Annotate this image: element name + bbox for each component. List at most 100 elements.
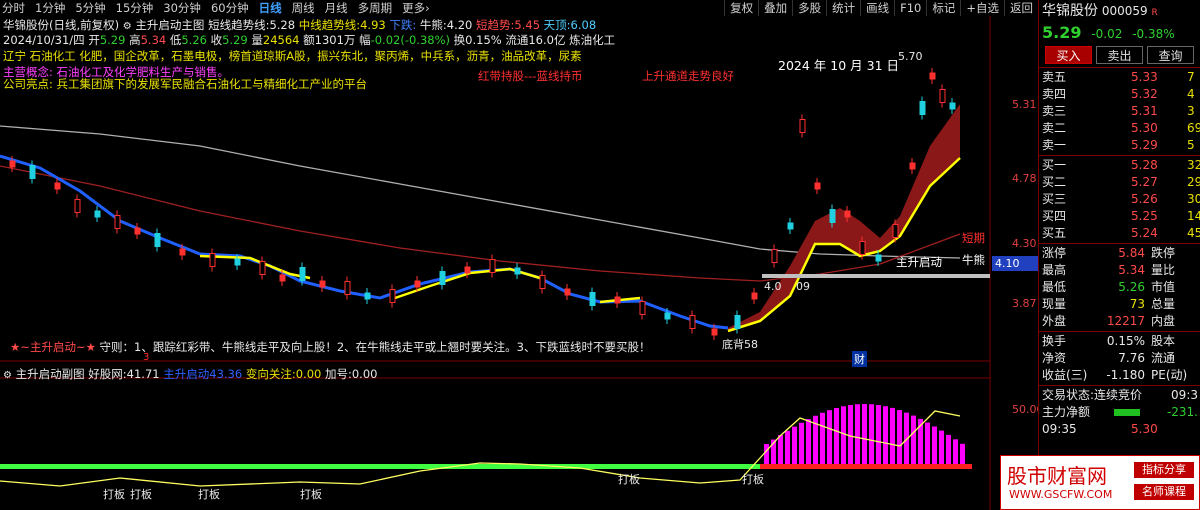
ask-row[interactable]: 卖二 5.30 69 <box>1039 120 1200 137</box>
period-tab-daily[interactable]: 日线 <box>254 0 287 16</box>
bull-value: 4.20 <box>446 18 473 32</box>
period-tab-weekly[interactable]: 周线 <box>287 0 320 16</box>
concept-tags: 辽宁 石油化工 化肥，国企改革，石墨电极，榜首道琼斯A股，振兴东北，聚丙烯，中兵… <box>3 49 582 63</box>
period-tab-timeshare[interactable]: 分时 <box>0 0 30 16</box>
stat-row: 涨停 5.84 跌停 <box>1039 245 1200 262</box>
trade-buttons: 买入 卖出 查询 <box>1039 44 1200 66</box>
bid-row[interactable]: 买五 5.24 45 <box>1039 225 1200 242</box>
candle-body <box>639 301 646 315</box>
price-axis-label-4: 3.87 <box>1012 297 1037 310</box>
financial-marker[interactable]: 财 <box>852 351 867 367</box>
overlay-button[interactable]: 叠加 <box>758 0 792 16</box>
add-watchlist-button[interactable]: +自选 <box>960 0 1004 16</box>
main-start-sub-label: 主升启动 <box>163 367 210 381</box>
chart-header: 华锦股份(日线,前复权) ⚙ 主升启动主图 短线趋势线:5.28 中线趋势线:4… <box>3 17 596 33</box>
watermark-tag2: 名师课程 <box>1134 484 1194 500</box>
period-toolbar: 分时 1分钟 5分钟 15分钟 30分钟 60分钟 日线 周线 月线 多周期 更… <box>0 0 1038 16</box>
period-tab-15min[interactable]: 15分钟 <box>111 0 159 16</box>
sub-chart-gear-icon[interactable]: ⚙ <box>3 370 12 381</box>
sub-magenta-bar <box>820 412 825 464</box>
net-flow-label: 主力净额 <box>1042 405 1091 419</box>
ask-row[interactable]: 卖三 5.31 3 <box>1039 103 1200 120</box>
period-tab-more[interactable]: 更多› <box>397 0 435 16</box>
sub-magenta-bar <box>876 404 881 464</box>
bid-label: 买五 <box>1042 226 1067 240</box>
period-tab-30min[interactable]: 30分钟 <box>158 0 206 16</box>
mark-button[interactable]: 标记 <box>926 0 960 16</box>
candle-body <box>364 292 371 300</box>
bid-row[interactable]: 买二 5.27 29 <box>1039 174 1200 191</box>
mid-trend-label: 中线趋势线: <box>298 18 361 32</box>
candle-body <box>919 101 926 115</box>
stats-button[interactable]: 统计 <box>826 0 860 16</box>
watermark-tag1: 指标分享 <box>1134 462 1194 478</box>
period-tab-5min[interactable]: 5分钟 <box>70 0 110 16</box>
candle-body <box>279 274 286 282</box>
good-label: 好股网: <box>88 367 127 381</box>
sub-magenta-bar <box>939 430 944 464</box>
bid-row[interactable]: 买四 5.25 141 <box>1039 208 1200 225</box>
stock-title-row: 华锦股份 000059 R <box>1039 0 1200 22</box>
open-label: 开 <box>88 33 100 47</box>
draw-line-button[interactable]: 画线 <box>860 0 894 16</box>
short-trend2-label: 短趋势: <box>476 18 515 32</box>
buy-button[interactable]: 买入 <box>1045 46 1092 64</box>
status-label: 交易状态: <box>1042 388 1095 402</box>
ask-row[interactable]: 卖一 5.29 5 <box>1039 137 1200 154</box>
low-value: 5.26 <box>181 33 207 47</box>
main-start-sub-value: 43.36 <box>209 367 243 381</box>
stat-label: 收益(三) <box>1042 368 1088 382</box>
ask-list: 卖五 5.33 7 卖四 5.32 4 卖三 5.31 3 卖二 5.30 69 卖一 5.29 5 <box>1039 69 1200 154</box>
ask-price: 5.29 <box>1131 138 1158 152</box>
bid-label: 买一 <box>1042 158 1067 172</box>
stat-label-2: 流通 <box>1151 351 1176 365</box>
divider <box>1039 385 1200 386</box>
amount-label: 额 <box>303 33 315 47</box>
query-button[interactable]: 查询 <box>1147 46 1194 64</box>
bid-row[interactable]: 买一 5.28 32 <box>1039 157 1200 174</box>
bid-label: 买二 <box>1042 175 1067 189</box>
candle-body <box>751 292 758 300</box>
change-label: 幅 <box>359 33 371 47</box>
sub-base-green <box>0 464 760 469</box>
ask-row[interactable]: 卖四 5.32 4 <box>1039 86 1200 103</box>
stat-label: 外盘 <box>1042 314 1067 328</box>
divider <box>1039 243 1200 244</box>
period-tab-multi[interactable]: 多周期 <box>353 0 398 16</box>
stock-name: 华锦股份 <box>1042 3 1098 19</box>
stat-row: 最高 5.34 量比 <box>1039 262 1200 279</box>
sub-chart-title[interactable]: 主升启动副图 <box>16 367 85 381</box>
back-button[interactable]: 返回 <box>1004 0 1038 16</box>
bid-price: 5.26 <box>1131 192 1158 206</box>
period-tab-1min[interactable]: 1分钟 <box>30 0 70 16</box>
period-tab-monthly[interactable]: 月线 <box>320 0 353 16</box>
candle-body <box>414 280 421 288</box>
candle-body <box>711 328 718 336</box>
ask-row[interactable]: 卖五 5.33 7 <box>1039 69 1200 86</box>
board-label-2: 打板 <box>130 488 152 501</box>
plus-value: 0.00 <box>351 367 378 381</box>
stat-value: 7.76 <box>1118 351 1145 365</box>
stat-value: 5.26 <box>1118 280 1145 294</box>
kline-chart[interactable]: 华锦股份(日线,前复权) ⚙ 主升启动主图 短线趋势线:5.28 中线趋势线:4… <box>0 16 1044 510</box>
multi-stock-button[interactable]: 多股 <box>792 0 826 16</box>
adjust-button[interactable]: 复权 <box>724 0 758 16</box>
candle-body <box>892 224 899 238</box>
indicator-name[interactable]: 主升启动主图 <box>135 18 204 32</box>
sub-magenta-bar <box>883 406 888 464</box>
ask-volume: 4 <box>1187 87 1195 101</box>
candle-body <box>134 227 141 235</box>
candle-body <box>514 267 521 275</box>
stat-value: 73 <box>1129 297 1145 311</box>
bull-bear-price-tag: 4.10 <box>992 256 1038 271</box>
sell-button[interactable]: 卖出 <box>1096 46 1143 64</box>
top-label: 天顶: <box>543 18 571 32</box>
bid-row[interactable]: 买三 5.26 30 <box>1039 191 1200 208</box>
divider <box>1039 67 1200 68</box>
f10-button[interactable]: F10 <box>894 0 926 16</box>
short-trend-label: 短线趋势线: <box>208 18 270 32</box>
sub-magenta-bar <box>862 404 867 464</box>
settings-gear-icon[interactable]: ⚙ <box>123 21 132 32</box>
ask-price: 5.32 <box>1131 87 1158 101</box>
period-tab-60min[interactable]: 60分钟 <box>206 0 254 16</box>
